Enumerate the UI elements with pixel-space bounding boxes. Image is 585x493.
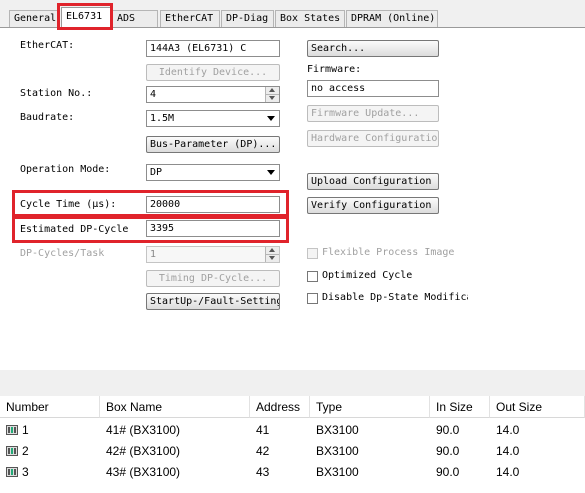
cell-type: BX3100 — [316, 444, 359, 458]
dp-cycles-spin-buttons[interactable] — [265, 247, 279, 262]
spin-down-icon[interactable] — [265, 95, 279, 102]
tab-general[interactable]: General — [9, 10, 58, 27]
baudrate-value: 1.5M — [150, 113, 175, 124]
spin-up-icon[interactable] — [265, 87, 279, 95]
cell-number: 3 — [22, 465, 29, 479]
cycle-time-field[interactable]: 20000 — [146, 196, 280, 213]
firmware-field: no access — [307, 80, 439, 97]
column-header-box-name[interactable]: Box Name — [100, 396, 250, 418]
column-header-out-size[interactable]: Out Size — [490, 396, 585, 418]
operation-mode-label: Operation Mode: — [20, 164, 111, 175]
dp-cycles-task-value: 1 — [150, 249, 157, 260]
cell-out-size: 14.0 — [496, 423, 520, 437]
optimized-cycle-label: Optimized Cycle — [322, 270, 413, 281]
spin-down-icon[interactable] — [265, 255, 279, 262]
column-header-in-size[interactable]: In Size — [430, 396, 490, 418]
firmware-label: Firmware: — [307, 64, 362, 75]
station-no-label: Station No.: — [20, 88, 93, 99]
startup-fault-settings-button[interactable]: StartUp-/Fault-Settings... — [146, 293, 280, 310]
cell-in-size: 90.0 — [436, 444, 460, 458]
flexible-process-image-label: Flexible Process Image — [322, 247, 455, 258]
cell-box-name: 41# (BX3100) — [106, 423, 181, 437]
operation-mode-select[interactable]: DP — [146, 164, 280, 181]
terminal-box-icon — [6, 467, 18, 477]
cell-address: 42 — [256, 444, 270, 458]
tab-ethercat[interactable]: EtherCAT — [160, 10, 220, 27]
bus-parameter-button[interactable]: Bus-Parameter (DP)... — [146, 136, 280, 153]
tab-ads[interactable]: ADS — [112, 10, 158, 27]
search-button[interactable]: Search... — [307, 40, 439, 57]
operation-mode-value: DP — [150, 167, 163, 178]
firmware-update-button[interactable]: Firmware Update... — [307, 105, 439, 122]
station-no-stepper[interactable]: 4 — [146, 86, 280, 103]
splitter[interactable] — [0, 370, 585, 396]
cell-box-name: 43# (BX3100) — [106, 465, 181, 479]
dp-cycles-task-stepper[interactable]: 1 — [146, 246, 280, 263]
cell-box-name: 42# (BX3100) — [106, 444, 181, 458]
estimated-dp-cycle-field: 3395 — [146, 220, 280, 237]
cell-number: 1 — [22, 423, 29, 437]
tab-highlight-annotation — [57, 3, 113, 30]
cell-type: BX3100 — [316, 465, 359, 479]
column-header-address[interactable]: Address — [250, 396, 310, 418]
tab-box-states[interactable]: Box States — [275, 10, 345, 27]
box-table: Number Box Name Address Type In Size Out… — [0, 396, 585, 493]
baudrate-label: Baudrate: — [20, 112, 75, 123]
table-row[interactable]: 1 41# (BX3100) 41 BX3100 90.0 14.0 — [0, 419, 585, 441]
ethercat-address-field[interactable]: 144A3 (EL6731) C — [146, 40, 280, 57]
disable-dp-state-label: Disable Dp-State Modification — [322, 292, 468, 303]
cell-out-size: 14.0 — [496, 465, 520, 479]
disable-dp-state-checkbox[interactable] — [307, 293, 318, 304]
cell-in-size: 90.0 — [436, 423, 460, 437]
tab-dpram-online[interactable]: DPRAM (Online) — [346, 10, 438, 27]
column-header-number[interactable]: Number — [0, 396, 100, 418]
cell-type: BX3100 — [316, 423, 359, 437]
table-row[interactable]: 2 42# (BX3100) 42 BX3100 90.0 14.0 — [0, 440, 585, 462]
estimated-dp-cycle-label: Estimated DP-Cycle — [20, 224, 129, 235]
ethercat-label: EtherCAT: — [20, 40, 75, 51]
cell-address: 41 — [256, 423, 270, 437]
optimized-cycle-checkbox[interactable] — [307, 271, 318, 282]
spin-up-icon[interactable] — [265, 247, 279, 255]
cell-out-size: 14.0 — [496, 444, 520, 458]
station-no-spin-buttons[interactable] — [265, 87, 279, 102]
cell-address: 43 — [256, 465, 270, 479]
timing-dp-cycle-button[interactable]: Timing DP-Cycle... — [146, 270, 280, 287]
identify-device-button[interactable]: Identify Device... — [146, 64, 280, 81]
cell-number: 2 — [22, 444, 29, 458]
cell-in-size: 90.0 — [436, 465, 460, 479]
hardware-configuration-button[interactable]: Hardware Configuration... — [307, 130, 439, 147]
table-row[interactable]: 3 43# (BX3100) 43 BX3100 90.0 14.0 — [0, 461, 585, 483]
terminal-box-icon — [6, 446, 18, 456]
chevron-down-icon — [267, 116, 275, 121]
terminal-box-icon — [6, 425, 18, 435]
station-no-value: 4 — [150, 89, 157, 100]
column-header-type[interactable]: Type — [310, 396, 430, 418]
verify-configuration-button[interactable]: Verify Configuration — [307, 197, 439, 214]
baudrate-select[interactable]: 1.5M — [146, 110, 280, 127]
cycle-time-label: Cycle Time (µs): — [20, 199, 117, 210]
flexible-process-image-checkbox[interactable] — [307, 248, 318, 259]
dp-cycles-task-label: DP-Cycles/Task — [20, 248, 105, 259]
chevron-down-icon — [267, 170, 275, 175]
tab-dp-diag[interactable]: DP-Diag — [221, 10, 274, 27]
upload-configuration-button[interactable]: Upload Configuration — [307, 173, 439, 190]
